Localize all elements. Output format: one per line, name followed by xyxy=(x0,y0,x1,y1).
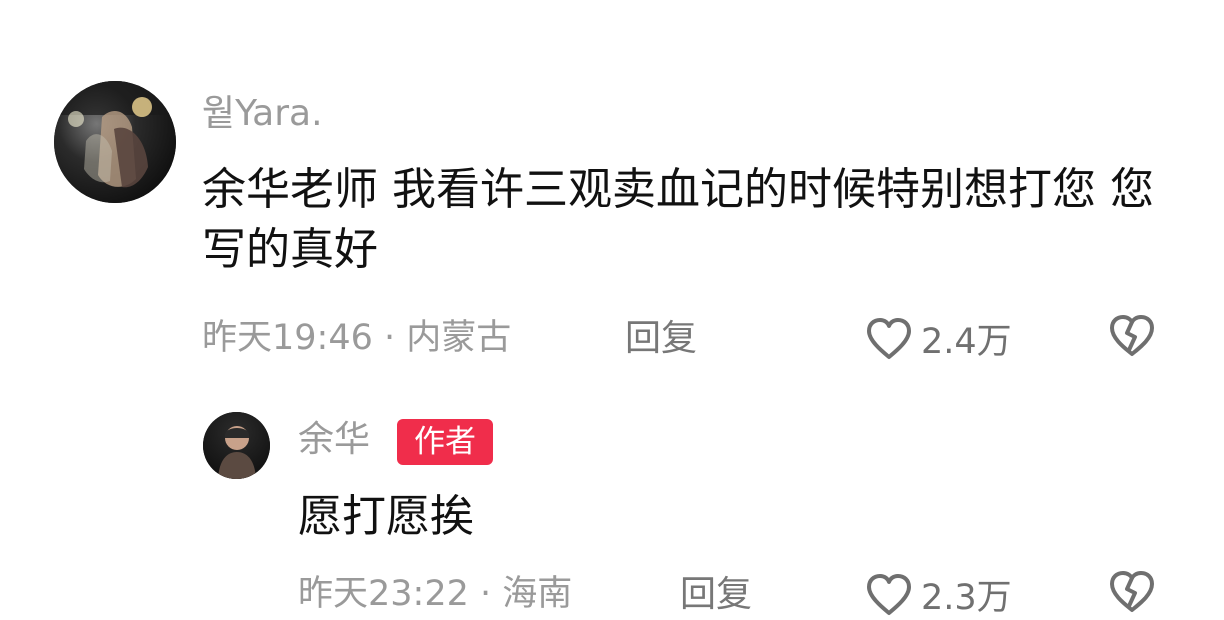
broken-heart-icon xyxy=(1107,569,1157,615)
like-button[interactable]: 2.4万 xyxy=(865,313,1012,364)
like-count: 2.4万 xyxy=(921,322,1012,362)
comment-text: 余华老师 我看许三观卖血记的时候特别想打您 您写的真好 xyxy=(202,164,1154,275)
like-count: 2.3万 xyxy=(921,578,1012,618)
comment-username[interactable]: 웥Yara. xyxy=(202,96,323,132)
meta-separator: · xyxy=(480,574,503,614)
reply-meta: 昨天23:22 · 海南 xyxy=(298,577,572,612)
reply-button[interactable]: 回复 xyxy=(625,321,697,357)
comment-thread: 웥Yara. 余华老师 我看许三观卖血记的时候特别想打您 您写的真好 昨天19:… xyxy=(0,0,1224,618)
heart-icon xyxy=(865,573,913,617)
reply-time: 昨天23:22 xyxy=(298,574,469,614)
reply-text: 愿打愿挨 xyxy=(298,491,474,542)
author-badge: 作者 xyxy=(397,419,493,465)
avatar[interactable] xyxy=(54,81,176,203)
dislike-button[interactable] xyxy=(1107,313,1157,359)
broken-heart-icon xyxy=(1107,313,1157,359)
heart-icon xyxy=(865,317,913,361)
comment-location: 内蒙古 xyxy=(406,318,512,358)
avatar-image xyxy=(54,81,176,203)
author-avatar[interactable] xyxy=(203,412,270,479)
dislike-button[interactable] xyxy=(1107,569,1157,615)
comment-meta: 昨天19:46 · 内蒙古 xyxy=(202,321,511,356)
author-username[interactable]: 余华 xyxy=(298,422,370,458)
meta-separator: · xyxy=(384,318,407,358)
author-avatar-image xyxy=(203,412,270,479)
comment-time: 昨天19:46 xyxy=(202,318,373,358)
reply-location: 海南 xyxy=(502,574,573,614)
like-button[interactable]: 2.3万 xyxy=(865,569,1012,620)
